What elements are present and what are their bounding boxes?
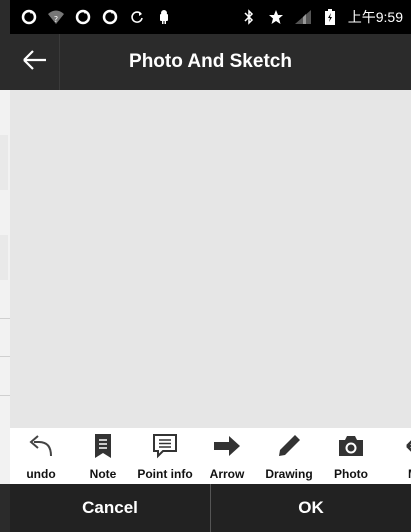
- wifi-icon: ?: [47, 8, 65, 26]
- sketch-toolbar: undo Note Point info Arrow Drawing Photo: [10, 428, 411, 484]
- page-title: Photo And Sketch: [129, 51, 292, 72]
- drawing-tool-button[interactable]: Drawing: [258, 428, 320, 481]
- bluetooth-icon: [240, 8, 258, 26]
- camera-icon: [336, 433, 366, 464]
- arrow-left-icon: [399, 434, 411, 463]
- tool-label: Arrow: [209, 467, 245, 481]
- undo-icon: [27, 432, 55, 465]
- more-tool-button[interactable]: M: [382, 428, 411, 481]
- tool-label: undo: [26, 467, 56, 481]
- svg-text:?: ?: [54, 15, 58, 24]
- sync-icon: [74, 8, 92, 26]
- note-icon: [92, 432, 114, 465]
- refresh-icon: [128, 8, 146, 26]
- ok-button[interactable]: OK: [211, 484, 411, 532]
- photo-tool-button[interactable]: Photo: [320, 428, 382, 481]
- tool-label: Drawing: [265, 467, 313, 481]
- star-icon: [267, 8, 285, 26]
- android-icon: [155, 8, 173, 26]
- sync-icon: [20, 8, 38, 26]
- arrow-right-icon: [212, 434, 242, 463]
- note-tool-button[interactable]: Note: [72, 428, 134, 481]
- battery-icon: [321, 8, 339, 26]
- back-button[interactable]: [10, 34, 60, 90]
- pencil-icon: [275, 432, 303, 465]
- tool-label: Note: [89, 467, 117, 481]
- point-info-tool-button[interactable]: Point info: [134, 428, 196, 481]
- bottom-action-bar: Cancel OK: [10, 484, 411, 532]
- comment-icon: [151, 432, 179, 465]
- sync-icon: [101, 8, 119, 26]
- background-app-edge: [0, 0, 10, 532]
- sketch-canvas[interactable]: [10, 90, 411, 428]
- status-bar: ? 上午9:59: [10, 0, 411, 34]
- cancel-button[interactable]: Cancel: [10, 484, 210, 532]
- tool-label: Photo: [334, 467, 368, 481]
- app-header: Photo And Sketch: [10, 34, 411, 90]
- undo-tool-button[interactable]: undo: [10, 428, 72, 481]
- tool-label: Point info: [137, 467, 193, 481]
- signal-icon: [294, 8, 312, 26]
- arrow-left-icon: [22, 49, 48, 76]
- clock-time: 上午9:59: [347, 9, 403, 25]
- arrow-tool-button[interactable]: Arrow: [196, 428, 258, 481]
